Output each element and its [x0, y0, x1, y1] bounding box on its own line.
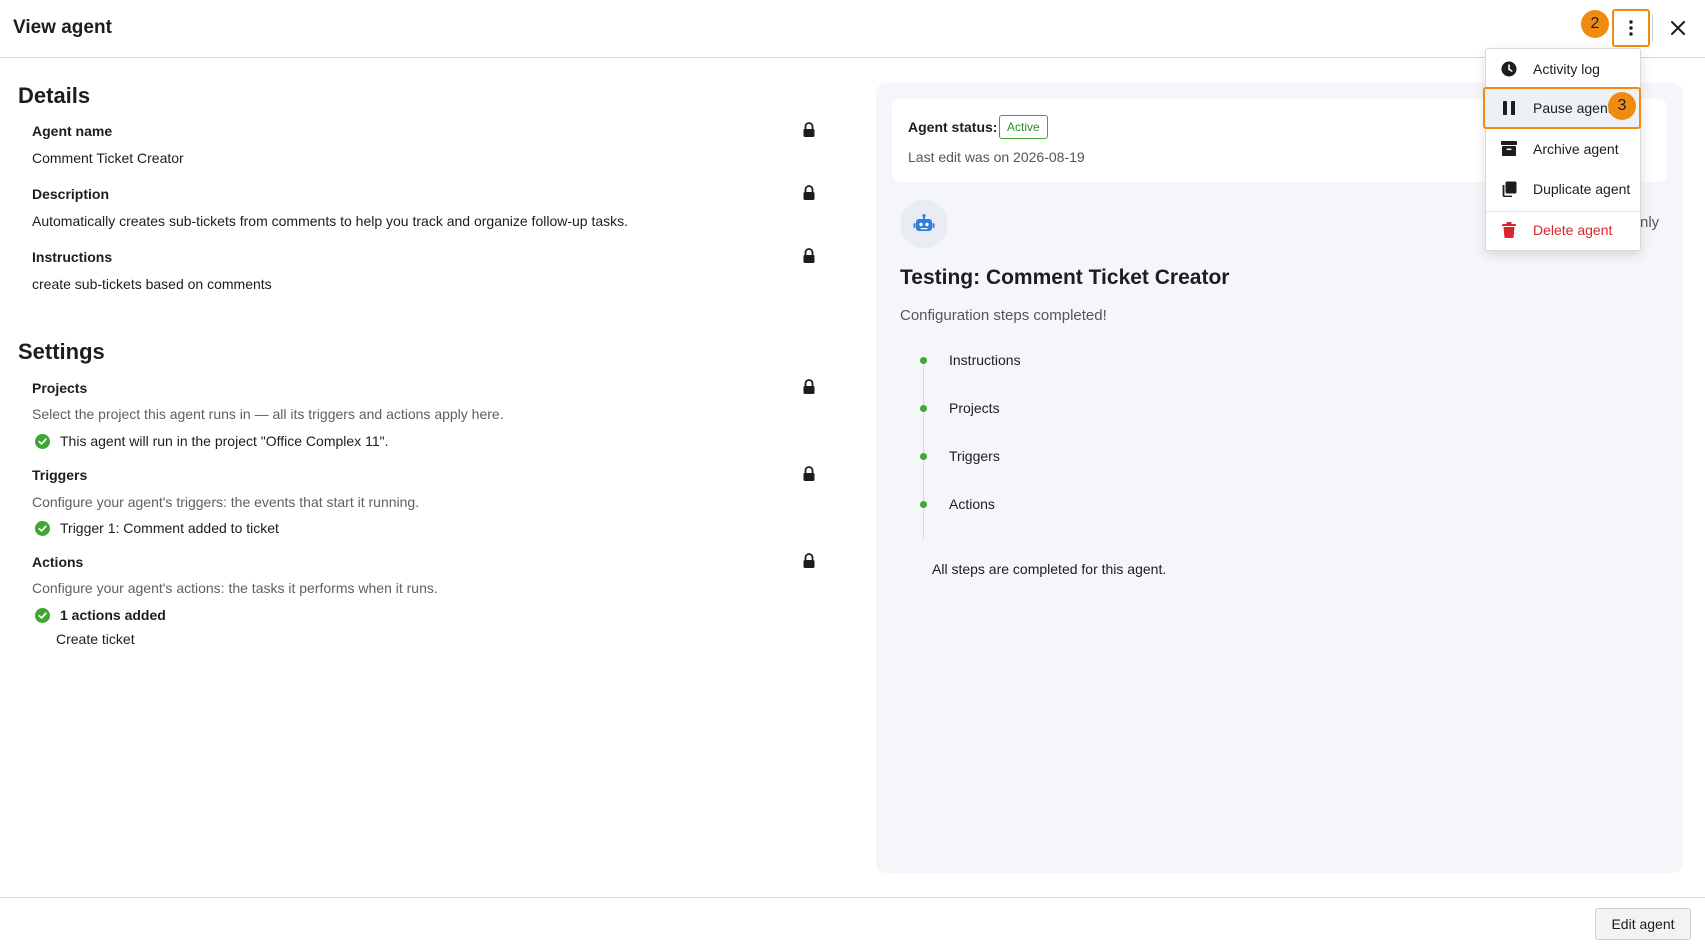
step-item: Triggers [920, 448, 1000, 464]
step-item: Actions [920, 496, 995, 512]
step-label: Triggers [949, 448, 1000, 464]
step-dot [920, 452, 927, 460]
menu-item-label: Duplicate agent [1533, 180, 1631, 197]
step-label: Instructions [949, 352, 1021, 368]
instructions-value: create sub-tickets based on comments [32, 276, 272, 292]
triggers-status-text: Trigger 1: Comment added to ticket [60, 520, 279, 536]
menu-item-label: Activity log [1533, 60, 1600, 77]
duplicate-icon [1501, 181, 1517, 197]
step-marker-3: 3 [1608, 92, 1636, 120]
step-label: Actions [949, 496, 995, 512]
menu-item-label: Delete agent [1533, 221, 1613, 238]
details-title: Details [18, 83, 91, 108]
projects-status-text: This agent will run in the project "Offi… [60, 433, 389, 449]
step-dot [920, 404, 927, 412]
robot-icon [913, 214, 935, 231]
edit-agent-button[interactable]: Edit agent [1595, 908, 1691, 940]
menu-item-archive-agent[interactable]: Archive agent [1488, 130, 1638, 167]
description-label: Description [32, 186, 110, 202]
actions-item: Create ticket [56, 631, 135, 647]
clock-icon [1501, 61, 1517, 77]
agent-status-label: Agent status: [908, 119, 998, 135]
lock-icon [803, 122, 815, 137]
triggers-label: Triggers [32, 467, 88, 483]
kebab-vertical-icon [1629, 20, 1633, 36]
configuration-status: Configuration steps completed! [900, 307, 1107, 324]
step-marker-2: 2 [1581, 10, 1609, 38]
actions-status: 1 actions added [35, 607, 166, 623]
step-label: Projects [949, 400, 1000, 416]
testing-title: Testing: Comment Ticket Creator [900, 266, 1230, 289]
lock-icon [803, 248, 815, 263]
pause-icon [1501, 100, 1517, 116]
lock-icon [803, 379, 815, 394]
header: View agent [0, 0, 1705, 58]
last-edit-text: Last edit was on 2026-08-19 [908, 149, 1085, 165]
page-title: View agent [13, 17, 112, 38]
status-badge: Active [999, 115, 1048, 139]
menu-item-duplicate-agent[interactable]: Duplicate agent [1488, 170, 1638, 207]
agent-name-value: Comment Ticket Creator [32, 150, 184, 166]
check-circle-icon [35, 433, 50, 449]
projects-label: Projects [32, 380, 88, 396]
actions-label: Actions [32, 554, 84, 570]
close-icon [1671, 21, 1685, 35]
footer [0, 897, 1705, 948]
lock-icon [803, 553, 815, 568]
triggers-status: Trigger 1: Comment added to ticket [35, 520, 279, 536]
step-item: Projects [920, 400, 1000, 416]
step-dot [920, 356, 927, 364]
actions-help: Configure your agent's actions: the task… [32, 580, 438, 596]
step-item: Instructions [920, 352, 1021, 368]
triggers-help: Configure your agent's triggers: the eve… [32, 494, 420, 510]
more-options-button[interactable] [1612, 9, 1650, 47]
projects-status: This agent will run in the project "Offi… [35, 433, 388, 449]
description-value: Automatically creates sub-tickets from c… [32, 213, 629, 229]
clipped-text: nly [1640, 214, 1660, 231]
menu-item-label: Archive agent [1533, 140, 1619, 157]
check-circle-icon [35, 520, 50, 536]
agent-name-label: Agent name [32, 123, 113, 139]
close-button[interactable] [1664, 14, 1692, 42]
step-dot [920, 500, 927, 508]
menu-item-delete-agent[interactable]: Delete agent [1488, 211, 1638, 248]
settings-title: Settings [18, 339, 105, 364]
check-circle-icon [35, 607, 50, 623]
lock-icon [803, 185, 815, 200]
avatar [900, 200, 948, 248]
header-divider [1652, 15, 1653, 41]
all-steps-text: All steps are completed for this agent. [932, 561, 1167, 577]
lock-icon [803, 466, 815, 481]
archive-icon [1501, 141, 1517, 157]
trash-icon [1501, 221, 1517, 238]
menu-item-activity-log[interactable]: Activity log [1488, 50, 1638, 87]
menu-item-label: Pause agent [1533, 100, 1612, 116]
instructions-label: Instructions [32, 249, 113, 265]
actions-status-text: 1 actions added [60, 607, 166, 623]
projects-help: Select the project this agent runs in — … [32, 406, 504, 422]
